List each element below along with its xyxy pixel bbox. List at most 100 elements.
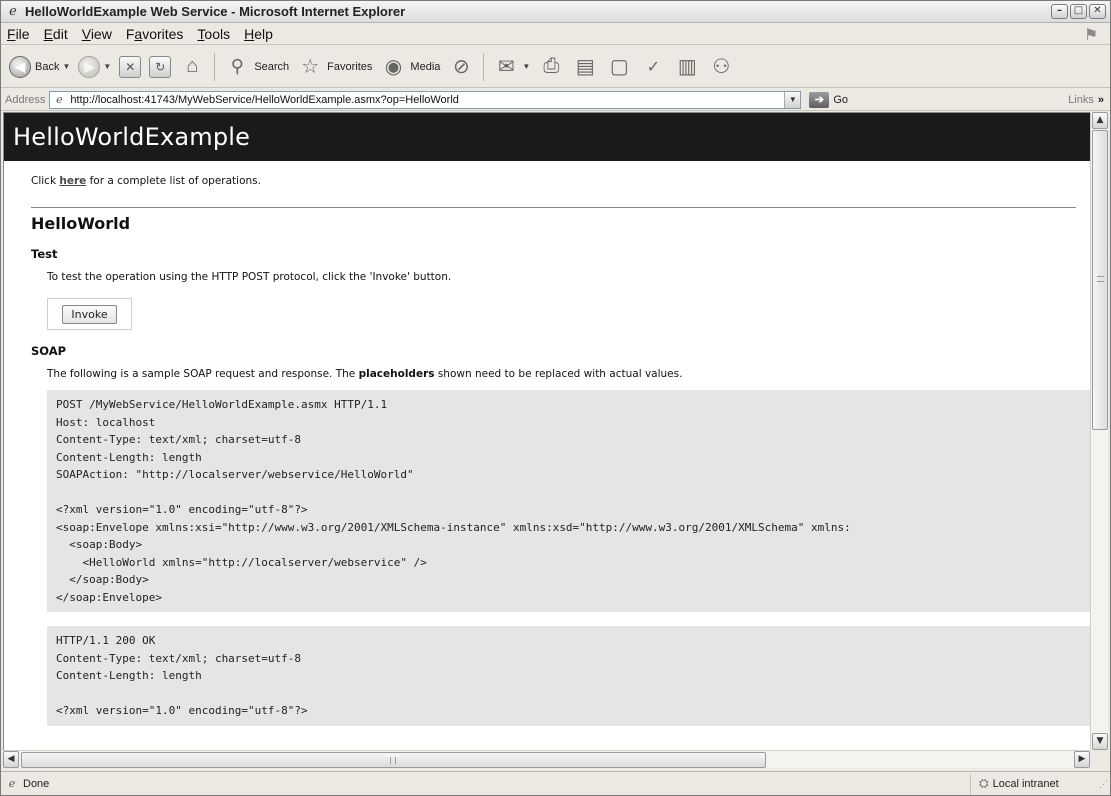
- menu-bar: File Edit View Favorites Tools Help ⚑: [1, 23, 1110, 45]
- soap-text-before: The following is a sample SOAP request a…: [47, 368, 359, 380]
- menu-favorites[interactable]: Favorites: [119, 26, 191, 42]
- soap-text-bold: placeholders: [358, 368, 435, 380]
- menu-file[interactable]: File: [1, 26, 37, 42]
- toolbar-separator: [483, 52, 485, 81]
- intranet-icon: ⛭: [979, 776, 989, 790]
- horizontal-scrollbar[interactable]: ◀ ▶: [3, 750, 1090, 768]
- menu-edit[interactable]: Edit: [37, 26, 75, 42]
- scroll-left-icon[interactable]: ◀: [3, 751, 19, 768]
- spelling-button[interactable]: ✓: [636, 51, 670, 83]
- invoke-form: Invoke: [47, 298, 132, 330]
- print-button[interactable]: ⎙: [534, 51, 568, 83]
- toolbar-separator: [214, 52, 216, 81]
- test-heading: Test: [31, 247, 58, 261]
- vertical-scrollbar[interactable]: ▲ ▼: [1090, 112, 1108, 750]
- forward-arrow-icon: ▶: [78, 55, 101, 78]
- intro-suffix: for a complete list of operations.: [86, 175, 261, 187]
- vertical-scroll-thumb[interactable]: [1092, 130, 1108, 430]
- operations-list-link[interactable]: here: [59, 175, 86, 187]
- address-dropdown-icon[interactable]: ▼: [784, 91, 801, 108]
- security-zone[interactable]: ⛭ Local intranet: [970, 773, 1094, 794]
- search-button[interactable]: ⚲ Search: [220, 51, 293, 83]
- window-controls: – □ ✕: [1051, 4, 1106, 19]
- divider: [31, 207, 1076, 208]
- standard-toolbar: ◀ Back ▼ ▶ ▼ ✕ ↻ ⌂ ⚲ Search ☆ Favorites …: [1, 46, 1110, 88]
- links-toolbar[interactable]: Links »: [1068, 94, 1104, 106]
- menu-tools[interactable]: Tools: [190, 26, 237, 42]
- url-input[interactable]: [70, 93, 771, 106]
- browser-window: ℯ HelloWorldExample Web Service - Micros…: [0, 0, 1111, 796]
- menu-help-label: elp: [254, 25, 273, 42]
- soap-response-sample: HTTP/1.1 200 OK Content-Type: text/xml; …: [47, 626, 1090, 726]
- favorites-label: Favorites: [327, 60, 373, 73]
- go-label: Go: [833, 93, 849, 106]
- menu-favorites-label: vorites: [142, 25, 184, 42]
- edit-page-icon: ▤: [575, 56, 595, 78]
- scrollbar-corner: [1090, 750, 1108, 768]
- stop-icon: ✕: [119, 55, 142, 78]
- forward-dropdown-icon[interactable]: ▼: [103, 62, 111, 71]
- minimize-button[interactable]: –: [1051, 4, 1068, 19]
- menu-help[interactable]: Help: [237, 26, 280, 42]
- discuss-button[interactable]: ▢: [602, 51, 636, 83]
- refresh-icon: ↻: [149, 55, 172, 78]
- history-icon: ⊘: [453, 56, 470, 78]
- menu-help-accel: H: [244, 25, 255, 42]
- messenger-button[interactable]: ⚇: [704, 51, 738, 83]
- maximize-button[interactable]: □: [1070, 4, 1087, 19]
- messenger-icon: ⚇: [712, 56, 731, 78]
- back-label: Back: [35, 60, 60, 73]
- mail-dropdown-icon[interactable]: ▼: [522, 62, 530, 71]
- forward-button[interactable]: ▶ ▼: [74, 51, 115, 83]
- address-field[interactable]: ℯ ▼: [49, 90, 802, 109]
- menu-edit-accel: E: [43, 25, 53, 42]
- home-icon: ⌂: [186, 55, 199, 77]
- ie-icon[interactable]: ℯ: [5, 4, 21, 20]
- go-button[interactable]: ➔ Go: [809, 91, 849, 108]
- research-icon: ▥: [677, 56, 697, 78]
- operation-title: HelloWorld: [31, 214, 131, 233]
- soap-text-after: shown need to be replaced with actual va…: [434, 368, 683, 380]
- thumb-grip: [1097, 276, 1104, 282]
- favorites-button[interactable]: ☆ Favorites: [293, 51, 376, 83]
- menu-view-label: iew: [90, 25, 112, 42]
- horizontal-scroll-thumb[interactable]: [21, 752, 766, 768]
- test-instructions: To test the operation using the HTTP POS…: [47, 271, 452, 283]
- window-title: HelloWorldExample Web Service - Microsof…: [25, 4, 406, 19]
- menu-file-accel: F: [7, 25, 16, 42]
- page-status-icon: ℯ: [8, 777, 16, 790]
- service-title: HelloWorldExample: [13, 123, 251, 151]
- chevron-right-icon[interactable]: »: [1098, 94, 1104, 106]
- media-label: Media: [410, 60, 441, 73]
- resize-grip-icon[interactable]: ⋰: [1094, 774, 1108, 794]
- invoke-button[interactable]: Invoke: [62, 304, 117, 324]
- menu-view[interactable]: View: [75, 26, 119, 42]
- back-dropdown-icon[interactable]: ▼: [62, 62, 70, 71]
- research-button[interactable]: ▥: [670, 51, 704, 83]
- intro-prefix: Click: [31, 175, 60, 187]
- media-icon: ◉: [384, 56, 403, 78]
- print-icon: ⎙: [543, 55, 560, 77]
- home-button[interactable]: ⌂: [175, 51, 209, 83]
- mail-button[interactable]: ✉ ▼: [489, 51, 534, 83]
- intro-text: Click here for a complete list of operat…: [31, 175, 1090, 187]
- discuss-icon: ▢: [609, 56, 629, 78]
- back-arrow-icon: ◀: [9, 55, 31, 78]
- status-bar: ℯ Done ⛭ Local intranet ⋰: [1, 771, 1110, 795]
- edit-button[interactable]: ▤: [568, 51, 602, 83]
- refresh-button[interactable]: ↻: [145, 51, 175, 83]
- back-button[interactable]: ◀ Back ▼: [5, 51, 74, 83]
- search-label: Search: [254, 60, 290, 73]
- stop-button[interactable]: ✕: [115, 51, 145, 83]
- scroll-up-icon[interactable]: ▲: [1092, 112, 1108, 129]
- scroll-right-icon[interactable]: ▶: [1074, 751, 1090, 768]
- menu-view-accel: V: [81, 25, 91, 42]
- scroll-down-icon[interactable]: ▼: [1092, 733, 1108, 750]
- close-button[interactable]: ✕: [1089, 4, 1106, 19]
- media-button[interactable]: ◉ Media: [376, 51, 444, 83]
- page-banner: HelloWorldExample: [4, 113, 1090, 161]
- history-button[interactable]: ⊘: [444, 51, 478, 83]
- links-label: Links: [1068, 93, 1094, 106]
- title-bar[interactable]: ℯ HelloWorldExample Web Service - Micros…: [1, 1, 1110, 23]
- soap-request-sample: POST /MyWebService/HelloWorldExample.asm…: [47, 390, 1090, 612]
